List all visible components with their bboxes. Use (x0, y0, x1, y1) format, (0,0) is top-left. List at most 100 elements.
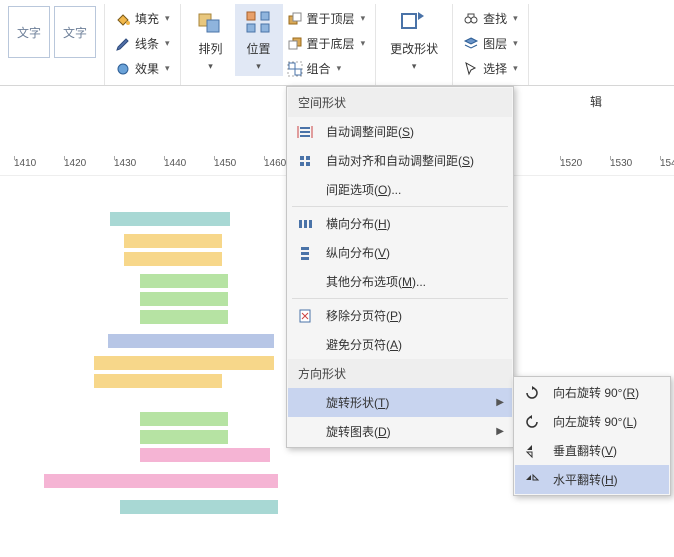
menu-item[interactable]: 旋转形状(T)▶ (288, 388, 512, 417)
menu-item[interactable]: 移除分页符(P) (288, 301, 512, 330)
menu-item[interactable]: 横向分布(H) (288, 209, 512, 238)
shape-bar[interactable] (140, 274, 228, 288)
fill-button[interactable]: 填充▾ (111, 8, 174, 29)
select-button[interactable]: 选择▾ (459, 58, 522, 79)
ruler-tick: 1520 (560, 158, 582, 169)
menu-item-label: 间距选项(O)... (326, 181, 401, 198)
shape-bar[interactable] (108, 334, 274, 348)
send-back-button[interactable]: 置于底层▾ (283, 33, 370, 54)
group-change-shape: 更改形状▾ (376, 4, 453, 85)
position-button[interactable]: 位置▾ (235, 4, 283, 76)
dist-h-icon (294, 216, 316, 232)
group-shape-style: 填充▾ 线条▾ 效果▾ (105, 4, 181, 85)
line-button[interactable]: 线条▾ (111, 33, 174, 54)
menu-section-header: 方向形状 (288, 359, 512, 388)
menu-item-label: 旋转形状(T) (326, 394, 389, 411)
find-button[interactable]: 查找▾ (459, 8, 522, 29)
arrange-button[interactable]: 排列▾ (187, 4, 235, 76)
menu-item-label: 旋转图表(D) (326, 423, 391, 440)
send-back-icon (287, 36, 303, 52)
group-label-fragment: 辑 (590, 93, 602, 110)
ruler-tick: 1450 (214, 158, 236, 169)
menu-item-label: 移除分页符(P) (326, 307, 402, 324)
rot-r-icon (521, 385, 543, 401)
menu-item[interactable]: 自动调整间距(S) (288, 117, 512, 146)
flip-v-icon (521, 443, 543, 459)
binoculars-icon (463, 11, 479, 27)
textbox-button-1[interactable]: 文字 (8, 6, 50, 58)
ruler-tick: 1530 (610, 158, 632, 169)
shape-bar[interactable] (124, 252, 222, 266)
shape-bar[interactable] (94, 356, 274, 370)
menu-item[interactable]: 其他分布选项(M)... (288, 267, 512, 296)
menu-item[interactable]: 垂直翻转(V) (515, 436, 669, 465)
group-editing: 查找▾ 图层▾ 选择▾ (453, 4, 529, 85)
menu-item-label: 自动调整间距(S) (326, 123, 414, 140)
page-x-icon (294, 308, 316, 324)
shape-bar[interactable] (120, 500, 278, 514)
menu-separator (292, 298, 508, 299)
shape-bar[interactable] (140, 292, 228, 306)
menu-item-label: 横向分布(H) (326, 215, 391, 232)
change-shape-icon (398, 8, 430, 36)
shape-bar[interactable] (140, 430, 228, 444)
menu-item[interactable]: 间距选项(O)... (288, 175, 512, 204)
shape-bar[interactable] (140, 310, 228, 324)
group-text: 文字 文字 (0, 4, 105, 85)
rotate-submenu: 向右旋转 90°(R) 向左旋转 90°(L) 垂直翻转(V) 水平翻转(H) (513, 376, 671, 496)
menu-item-label: 避免分页符(A) (326, 336, 402, 353)
pen-icon (115, 36, 131, 52)
shape-bar[interactable] (124, 234, 222, 248)
menu-item-label: 向右旋转 90°(R) (553, 384, 639, 401)
group-arrange: 排列▾ 位置▾ 置于顶层▾ 置于底层▾ 组合▾ (181, 4, 377, 85)
shape-bar[interactable] (140, 412, 228, 426)
arrange-icon (195, 8, 227, 36)
chevron-down-icon: ▾ (256, 61, 261, 72)
effects-icon (115, 61, 131, 77)
shape-bar[interactable] (140, 448, 270, 462)
chevron-down-icon: ▾ (361, 13, 366, 24)
chevron-down-icon: ▾ (165, 13, 170, 24)
ruler-tick: 1410 (14, 158, 36, 169)
shape-bar[interactable] (110, 212, 230, 226)
chevron-down-icon: ▾ (412, 61, 417, 72)
ruler-tick: 1420 (64, 158, 86, 169)
menu-item-label: 垂直翻转(V) (553, 442, 617, 459)
layers-button[interactable]: 图层▾ (459, 33, 522, 54)
bring-front-button[interactable]: 置于顶层▾ (283, 8, 370, 29)
ruler-tick: 1540 (660, 158, 674, 169)
chevron-down-icon: ▾ (165, 63, 170, 74)
bring-front-icon (287, 11, 303, 27)
position-icon (243, 8, 275, 36)
shape-bar[interactable] (44, 474, 278, 488)
rot-l-icon (521, 414, 543, 430)
group-icon (287, 61, 303, 77)
position-menu: 空间形状 自动调整间距(S) 自动对齐和自动调整间距(S) 间距选项(O)... 横… (286, 86, 514, 448)
menu-item[interactable]: 避免分页符(A) (288, 330, 512, 359)
flip-h-icon (521, 472, 543, 488)
group-button[interactable]: 组合▾ (283, 58, 370, 79)
spacing-icon (294, 124, 316, 140)
layers-icon (463, 36, 479, 52)
ruler-tick: 1440 (164, 158, 186, 169)
menu-item-label: 水平翻转(H) (553, 471, 618, 488)
menu-item[interactable]: 向右旋转 90°(R) (515, 378, 669, 407)
ribbon: 文字 文字 填充▾ 线条▾ 效果▾ 排列▾ (0, 0, 674, 86)
paint-bucket-icon (115, 11, 131, 27)
cursor-icon (463, 61, 479, 77)
menu-item[interactable]: 水平翻转(H) (515, 465, 669, 494)
chevron-down-icon: ▾ (337, 63, 342, 74)
shape-bar[interactable] (94, 374, 222, 388)
menu-item-label: 其他分布选项(M)... (326, 273, 426, 290)
effect-button[interactable]: 效果▾ (111, 58, 174, 79)
menu-item[interactable]: 自动对齐和自动调整间距(S) (288, 146, 512, 175)
chevron-down-icon: ▾ (361, 38, 366, 49)
change-shape-button[interactable]: 更改形状▾ (382, 4, 446, 76)
menu-section-header: 空间形状 (288, 88, 512, 117)
menu-item[interactable]: 旋转图表(D)▶ (288, 417, 512, 446)
menu-item[interactable]: 向左旋转 90°(L) (515, 407, 669, 436)
chevron-down-icon: ▾ (513, 13, 518, 24)
textbox-button-2[interactable]: 文字 (54, 6, 96, 58)
menu-item[interactable]: 纵向分布(V) (288, 238, 512, 267)
menu-item-label: 自动对齐和自动调整间距(S) (326, 152, 474, 169)
